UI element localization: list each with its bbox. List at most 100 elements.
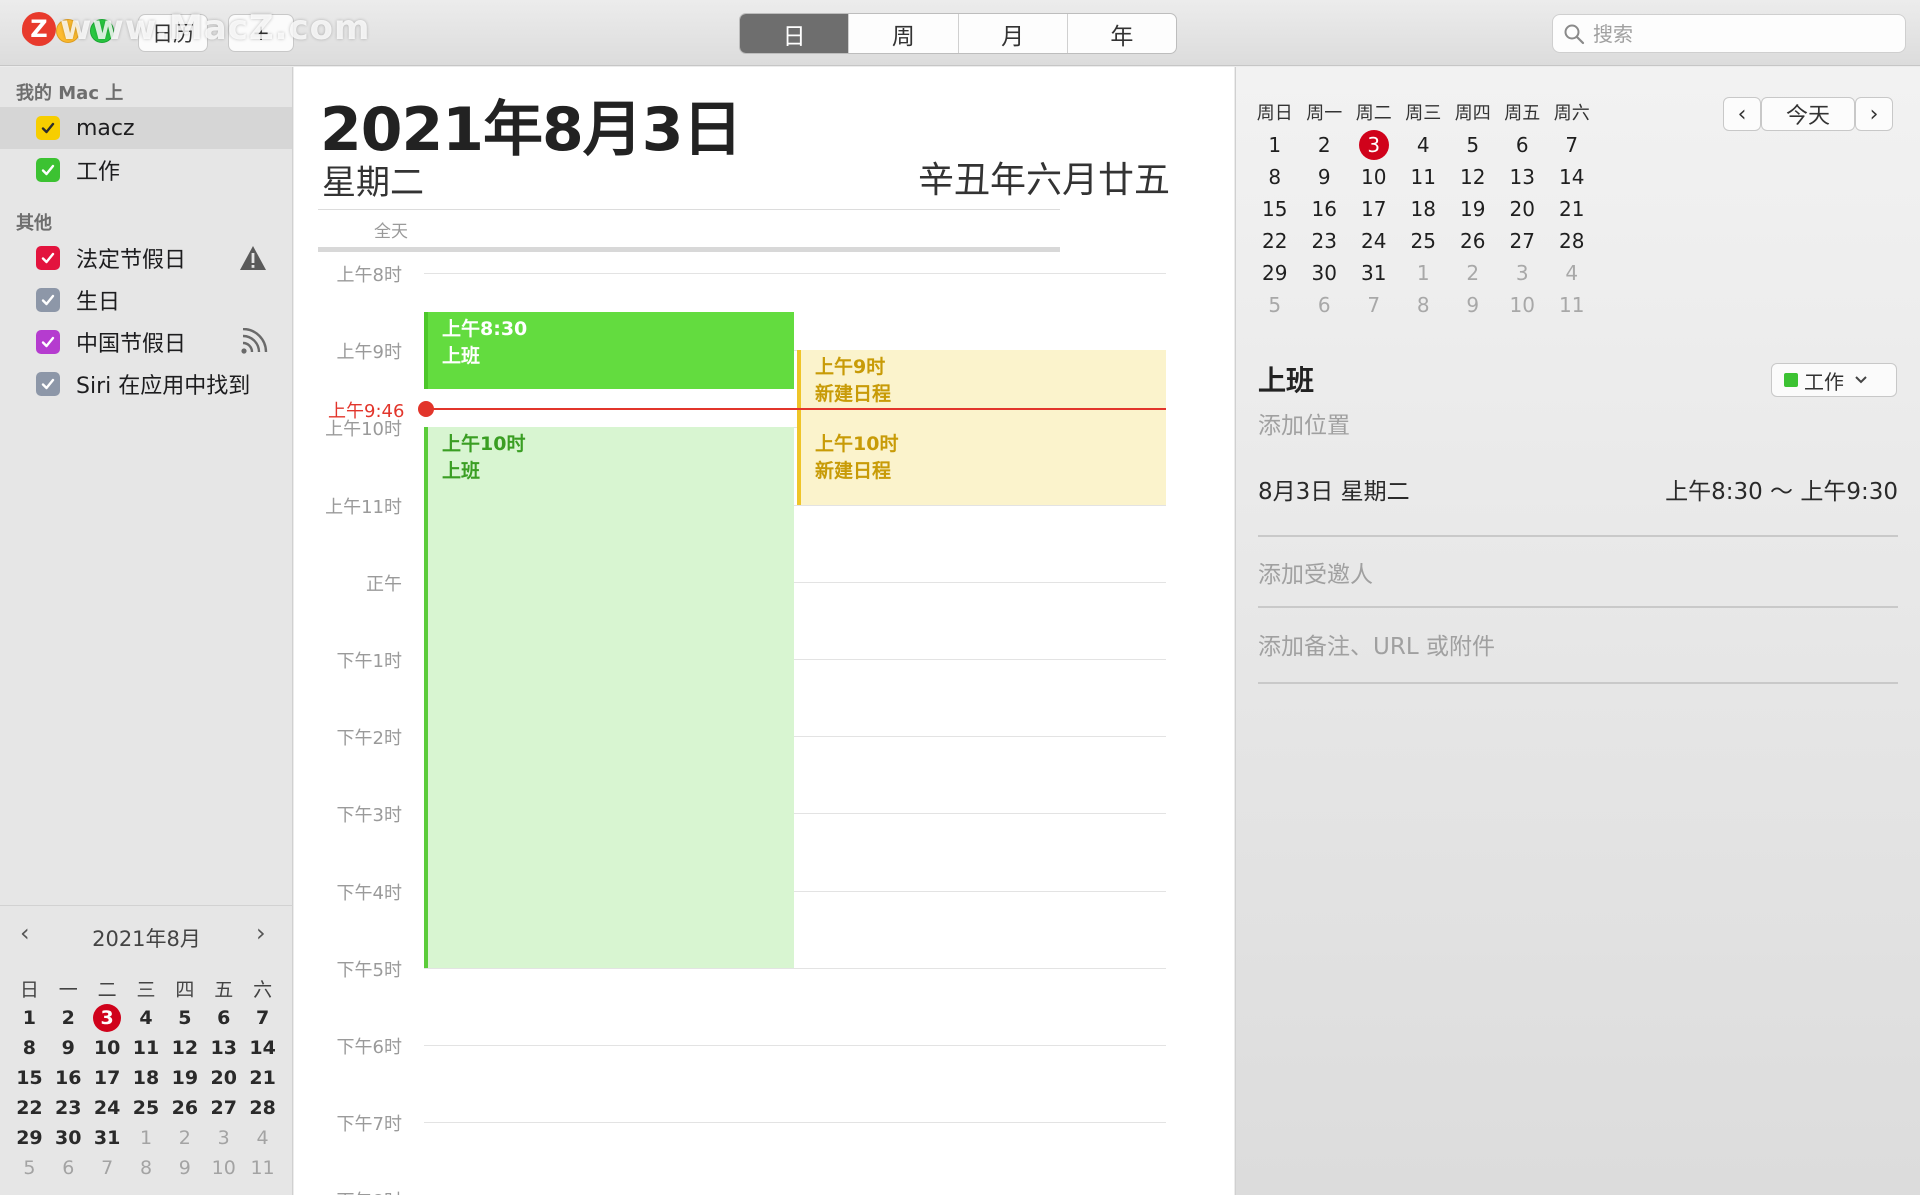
inspector-day-cell[interactable]: 13 [1498, 161, 1548, 193]
view-week-tab[interactable]: 周 [848, 14, 957, 53]
inspector-day-cell[interactable]: 29 [1250, 257, 1300, 289]
add-notes-field[interactable]: 添加备注、URL 或附件 [1258, 627, 1495, 661]
add-invitees-field[interactable]: 添加受邀人 [1258, 555, 1373, 589]
view-month-tab[interactable]: 月 [957, 14, 1067, 53]
mini-day-cell[interactable]: 4 [243, 1123, 282, 1153]
view-day-tab[interactable]: 日 [740, 14, 849, 53]
mini-day-cell[interactable]: 2 [165, 1123, 204, 1153]
inspector-day-cell[interactable]: 22 [1250, 225, 1300, 257]
inspector-day-cell[interactable]: 3 [1358, 130, 1389, 160]
mini-day-cell[interactable]: 21 [243, 1063, 282, 1093]
inspector-day-cell[interactable]: 11 [1399, 161, 1449, 193]
mini-day-cell[interactable]: 6 [49, 1153, 88, 1183]
inspector-day-cell[interactable]: 24 [1349, 225, 1399, 257]
inspector-day-cell[interactable]: 18 [1399, 193, 1449, 225]
view-year-tab[interactable]: 年 [1066, 14, 1176, 53]
inspector-day-cell[interactable]: 7 [1349, 289, 1399, 321]
inspector-day-cell[interactable]: 9 [1448, 289, 1498, 321]
search-box[interactable] [1552, 14, 1906, 53]
subscription-icon[interactable] [238, 328, 268, 356]
mini-day-cell[interactable]: 8 [127, 1153, 166, 1183]
event-block[interactable]: 上午8:30 上班 [424, 311, 794, 389]
add-location-field[interactable]: 添加位置 [1258, 406, 1350, 440]
mini-day-cell[interactable]: 4 [127, 1003, 166, 1033]
inspector-day-cell[interactable]: 31 [1349, 257, 1399, 289]
mini-day-cell[interactable]: 28 [243, 1093, 282, 1123]
checkbox-macz[interactable] [36, 116, 60, 140]
calendar-item-holidays[interactable]: 法定节假日 [0, 237, 292, 279]
inspector-day-cell[interactable]: 14 [1547, 161, 1597, 193]
mini-day-cell[interactable]: 5 [165, 1003, 204, 1033]
inspector-day-cell[interactable]: 10 [1349, 161, 1399, 193]
calendars-list-button[interactable]: 日历 [138, 14, 208, 52]
mini-day-cell[interactable]: 31 [88, 1123, 127, 1153]
mini-day-cell[interactable]: 14 [243, 1033, 282, 1063]
mini-day-cell[interactable]: 30 [49, 1123, 88, 1153]
mini-day-cell[interactable]: 2 [49, 1003, 88, 1033]
event-block[interactable]: 上午9时 新建日程 [797, 350, 1166, 428]
mini-day-cell[interactable]: 13 [204, 1033, 243, 1063]
event-time-range[interactable]: 上午8:30 ～ 上午9:30 [1665, 472, 1898, 506]
mini-day-cell[interactable]: 12 [165, 1033, 204, 1063]
mini-day-cell[interactable]: 9 [165, 1153, 204, 1183]
inspector-day-cell[interactable]: 4 [1399, 129, 1449, 161]
inspector-day-cell[interactable]: 11 [1547, 289, 1597, 321]
warning-icon[interactable] [238, 244, 268, 272]
mini-day-cell[interactable]: 23 [49, 1093, 88, 1123]
minimize-window-button[interactable] [56, 19, 80, 43]
zoom-window-button[interactable] [90, 19, 114, 43]
event-block[interactable]: 上午10时 上班 [424, 427, 794, 968]
inspector-day-cell[interactable]: 5 [1448, 129, 1498, 161]
inspector-day-cell[interactable]: 21 [1547, 193, 1597, 225]
mini-day-cell[interactable]: 10 [204, 1153, 243, 1183]
mini-day-cell[interactable]: 3 [204, 1123, 243, 1153]
inspector-day-cell[interactable]: 1 [1250, 129, 1300, 161]
inspector-day-cell[interactable]: 27 [1498, 225, 1548, 257]
mini-day-cell[interactable]: 7 [88, 1153, 127, 1183]
inspector-day-cell[interactable]: 30 [1300, 257, 1350, 289]
mini-day-cell[interactable]: 11 [127, 1033, 166, 1063]
inspector-day-cell[interactable]: 17 [1349, 193, 1399, 225]
mini-day-cell[interactable]: 1 [10, 1003, 49, 1033]
event-date[interactable]: 8月3日 星期二 [1258, 472, 1410, 506]
checkbox-birthdays[interactable] [36, 288, 60, 312]
checkbox-holidays[interactable] [36, 246, 60, 270]
calendar-item-work[interactable]: 工作 [0, 149, 292, 191]
inspector-day-cell[interactable]: 20 [1498, 193, 1548, 225]
today-button[interactable]: 今天 [1761, 97, 1855, 131]
inspector-day-cell[interactable]: 9 [1300, 161, 1350, 193]
mini-day-cell[interactable]: 8 [10, 1033, 49, 1063]
inspector-day-cell[interactable]: 2 [1300, 129, 1350, 161]
inspector-day-cell[interactable]: 28 [1547, 225, 1597, 257]
inspector-day-cell[interactable]: 16 [1300, 193, 1350, 225]
mini-day-cell[interactable]: 24 [88, 1093, 127, 1123]
mini-day-cell[interactable]: 26 [165, 1093, 204, 1123]
mini-day-cell[interactable]: 3 [93, 1004, 122, 1032]
mini-day-cell[interactable]: 22 [10, 1093, 49, 1123]
calendar-item-siri-found[interactable]: Siri 在应用中找到 [0, 363, 292, 405]
inspector-day-cell[interactable]: 4 [1547, 257, 1597, 289]
inspector-day-cell[interactable]: 19 [1448, 193, 1498, 225]
mini-day-cell[interactable]: 18 [127, 1063, 166, 1093]
mini-day-cell[interactable]: 25 [127, 1093, 166, 1123]
mini-day-cell[interactable]: 5 [10, 1153, 49, 1183]
inspector-day-cell[interactable]: 8 [1250, 161, 1300, 193]
add-event-button[interactable]: + [228, 14, 294, 52]
calendar-item-chinese-holidays[interactable]: 中国节假日 [0, 321, 292, 363]
inspector-day-cell[interactable]: 10 [1498, 289, 1548, 321]
inspector-day-cell[interactable]: 5 [1250, 289, 1300, 321]
calendar-item-birthdays[interactable]: 生日 [0, 279, 292, 321]
inspector-day-cell[interactable]: 3 [1498, 257, 1548, 289]
inspector-day-cell[interactable]: 15 [1250, 193, 1300, 225]
mini-day-cell[interactable]: 15 [10, 1063, 49, 1093]
checkbox-work[interactable] [36, 158, 60, 182]
inspector-day-cell[interactable]: 23 [1300, 225, 1350, 257]
checkbox-siri-found[interactable] [36, 372, 60, 396]
inspector-day-cell[interactable]: 12 [1448, 161, 1498, 193]
mini-day-cell[interactable]: 10 [88, 1033, 127, 1063]
event-title[interactable]: 上班 [1258, 359, 1314, 399]
next-day-button[interactable]: › [1855, 97, 1893, 131]
mini-day-cell[interactable]: 7 [243, 1003, 282, 1033]
inspector-day-cell[interactable]: 6 [1300, 289, 1350, 321]
inspector-day-cell[interactable]: 25 [1399, 225, 1449, 257]
